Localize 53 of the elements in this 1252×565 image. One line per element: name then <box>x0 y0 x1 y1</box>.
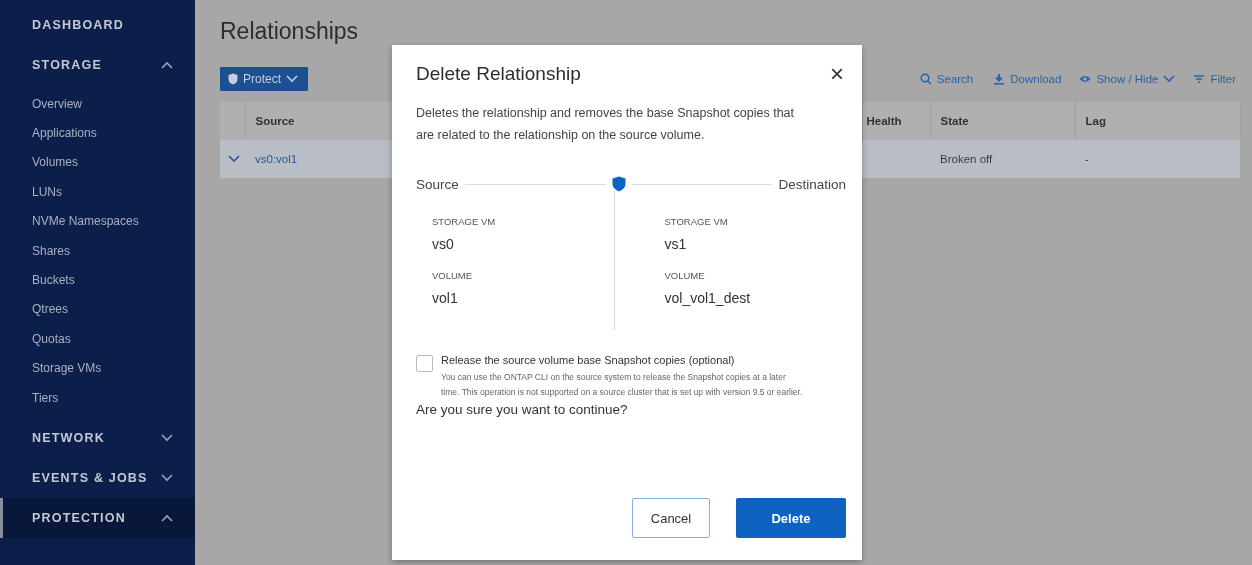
column-header[interactable]: Health <box>862 102 930 140</box>
column-header[interactable]: Lag <box>1075 102 1240 140</box>
download-icon <box>993 73 1006 85</box>
sidebar-section[interactable]: DASHBOARD <box>0 5 195 45</box>
sidebar-item[interactable]: Volumes <box>0 147 195 178</box>
sidebar-item[interactable]: Buckets <box>0 265 195 295</box>
field-label: VOLUME <box>432 270 474 281</box>
sidebar-section[interactable]: STORAGE <box>0 45 195 85</box>
protect-button[interactable]: Protect <box>220 67 308 91</box>
column-header[interactable]: State <box>930 102 1075 140</box>
field-label: STORAGE VM <box>432 216 497 227</box>
field-value: vol_vol1_dest <box>664 290 752 308</box>
chevron-down-icon <box>286 75 298 83</box>
field-value: vs0 <box>432 236 455 254</box>
sidebar-item[interactable]: LUNs <box>0 177 195 207</box>
field-label: STORAGE VM <box>664 216 729 227</box>
shield-icon <box>611 176 626 192</box>
chevron-up-icon <box>161 61 173 69</box>
field-value: vs1 <box>664 236 688 254</box>
delete-button[interactable]: Delete <box>736 498 846 538</box>
close-button[interactable]: × <box>828 63 846 85</box>
confirmation-question: Are you sure you want to continue? <box>416 402 629 417</box>
sidebar-item[interactable]: Overview <box>0 89 195 119</box>
chevron-up-icon <box>161 514 173 523</box>
field-label: VOLUME <box>664 270 706 281</box>
chevron-down-icon[interactable] <box>228 155 240 163</box>
sidebar-section[interactable]: EVENTS & JOBS <box>0 458 195 499</box>
source-label: Source <box>416 176 459 192</box>
shield-icon <box>228 73 238 85</box>
checkbox[interactable] <box>416 355 433 372</box>
checkbox-label[interactable]: Release the source volume base Snapshot copies (optional) <box>441 354 806 366</box>
sidebar-item[interactable]: Quotas <box>0 324 195 354</box>
chevron-down-icon <box>161 474 173 483</box>
dialog-title: Delete Relationship <box>416 63 581 85</box>
help-text: You can use the ONTAP CLI on the source system to release the Snapshot copies at a later time. This operation is not supported on a source cluster that is set up with version 9.5 or earlier. <box>441 371 804 399</box>
sidebar-item[interactable]: NVMe Namespaces <box>0 206 195 236</box>
sidebar-item[interactable]: Tiers <box>0 382 195 413</box>
search-icon <box>919 73 932 85</box>
filter-icon <box>1193 73 1206 85</box>
sidebar-item[interactable]: Applications <box>0 118 195 148</box>
sidebar-item[interactable]: Qtrees <box>0 294 195 325</box>
cancel-button[interactable]: Cancel <box>632 498 710 538</box>
destination-label: Destination <box>778 176 846 192</box>
sidebar-section[interactable]: NETWORK <box>0 418 195 459</box>
field-value: vol1 <box>432 290 459 308</box>
table-cell: - <box>1075 140 1240 178</box>
sidebar-item[interactable]: Shares <box>0 235 195 266</box>
sidebar-section[interactable]: PROTECTION <box>0 498 195 539</box>
table-cell: Broken off <box>930 140 1075 178</box>
chevron-down-icon <box>161 434 173 443</box>
page-title: Relationships <box>220 18 360 46</box>
sidebar-item[interactable]: Storage VMs <box>0 353 195 383</box>
eye-icon <box>1079 73 1092 85</box>
